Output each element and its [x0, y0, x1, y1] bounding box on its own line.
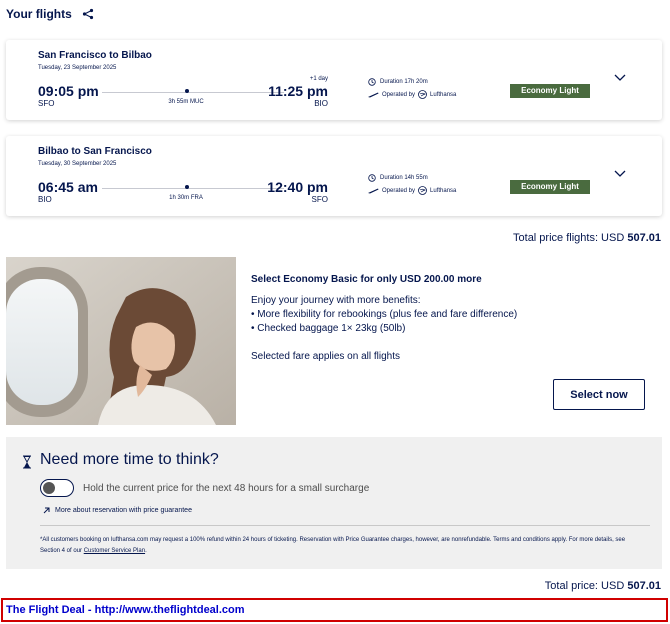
chevron-down-icon[interactable]: [614, 169, 626, 179]
operated-by-label: Operated by: [382, 91, 416, 98]
upsell-benefit: • Checked baggage 1× 23kg (50lb): [251, 323, 406, 334]
arrival-airport: SFO: [311, 195, 328, 204]
price-guarantee-link-text: More about reservation with price guaran…: [55, 507, 192, 514]
airline-name: Lufthansa: [430, 187, 457, 194]
chevron-down-icon[interactable]: [614, 73, 626, 83]
passenger-photo: [6, 257, 236, 425]
customer-service-plan-link[interactable]: Customer Service Plan: [84, 548, 145, 554]
page-header: Your flights: [6, 6, 94, 22]
operated-by-label: Operated by: [382, 187, 416, 194]
share-icon[interactable]: [82, 8, 94, 20]
price-hold-panel: Need more time to think? Hold the curren…: [6, 437, 662, 569]
refund-disclaimer: *All customers booking on lufthansa.com …: [40, 535, 640, 557]
arrow-up-right-icon: [43, 507, 50, 514]
flight-duration: Duration 17h 20m: [368, 78, 428, 86]
flight-deal-banner: The Flight Deal - http://www.theflightde…: [1, 598, 668, 622]
flight-route: San Francisco to Bilbao: [38, 50, 152, 61]
airline-name: Lufthansa: [430, 91, 457, 98]
flight-duration: Duration 14h 55m: [368, 174, 428, 182]
total-price-label: Total price: USD: [544, 580, 625, 592]
arrival-time: 12:40 pm: [267, 179, 328, 195]
passenger-window-image: [6, 257, 236, 425]
operated-by: Operated by Lufthansa: [368, 186, 456, 195]
stopover-info: 3h 55m MUC: [168, 99, 204, 105]
lufthansa-crane-icon: [418, 186, 427, 195]
flight-card-outbound[interactable]: San Francisco to Bilbao Tuesday, 23 Sept…: [6, 40, 662, 120]
arrival-time: 11:25 pm: [268, 83, 328, 99]
hourglass-icon: [23, 455, 31, 469]
departure-airport: SFO: [38, 99, 55, 108]
departure-time: 09:05 pm: [38, 83, 99, 99]
clock-icon: [368, 78, 376, 86]
flight-date: Tuesday, 23 September 2025: [38, 65, 117, 71]
price-hold-title: Need more time to think?: [40, 451, 219, 468]
departure-time: 06:45 am: [38, 179, 98, 195]
divider: [40, 525, 650, 526]
duration-text: Duration 17h 20m: [380, 79, 428, 85]
total-flights-label: Total price flights: USD: [513, 232, 625, 244]
upsell-panel: Select Economy Basic for only USD 200.00…: [6, 257, 662, 425]
total-flights-value: 507.01: [627, 232, 661, 244]
duration-text: Duration 14h 55m: [380, 175, 428, 181]
upsell-title: Select Economy Basic for only USD 200.00…: [251, 274, 482, 285]
total-price-value: 507.01: [627, 580, 661, 592]
disclaimer-end: .: [145, 548, 147, 554]
flight-route: Bilbao to San Francisco: [38, 146, 152, 157]
flight-deal-banner-text: The Flight Deal - http://www.theflightde…: [6, 604, 245, 616]
page-title: Your flights: [6, 7, 72, 21]
total-price-flights: Total price flights: USD 507.01: [513, 232, 661, 244]
stopover-dot: [185, 89, 189, 93]
operated-by: Operated by Lufthansa: [368, 90, 456, 99]
fare-badge: Economy Light: [510, 180, 590, 194]
plane-icon: [368, 188, 379, 194]
price-guarantee-link[interactable]: More about reservation with price guaran…: [43, 507, 192, 514]
price-hold-toggle[interactable]: [40, 479, 74, 497]
flight-date: Tuesday, 30 September 2025: [38, 161, 117, 167]
fare-badge: Economy Light: [510, 84, 590, 98]
select-now-button[interactable]: Select now: [553, 379, 645, 410]
toggle-knob: [43, 482, 55, 494]
arrival-airport: BIO: [314, 99, 328, 108]
lufthansa-crane-icon: [418, 90, 427, 99]
stopover-info: 1h 30m FRA: [169, 195, 203, 201]
stopover-dot: [185, 185, 189, 189]
clock-icon: [368, 174, 376, 182]
upsell-note: Selected fare applies on all flights: [251, 351, 400, 362]
plus-day-label: +1 day: [309, 76, 328, 82]
departure-airport: BIO: [38, 195, 52, 204]
upsell-intro: Enjoy your journey with more benefits:: [251, 295, 421, 306]
price-hold-toggle-label: Hold the current price for the next 48 h…: [83, 483, 370, 494]
total-price: Total price: USD 507.01: [545, 580, 661, 592]
upsell-benefit: • More flexibility for rebookings (plus …: [251, 309, 518, 320]
plane-icon: [368, 92, 379, 98]
flight-card-return[interactable]: Bilbao to San Francisco Tuesday, 30 Sept…: [6, 136, 662, 216]
